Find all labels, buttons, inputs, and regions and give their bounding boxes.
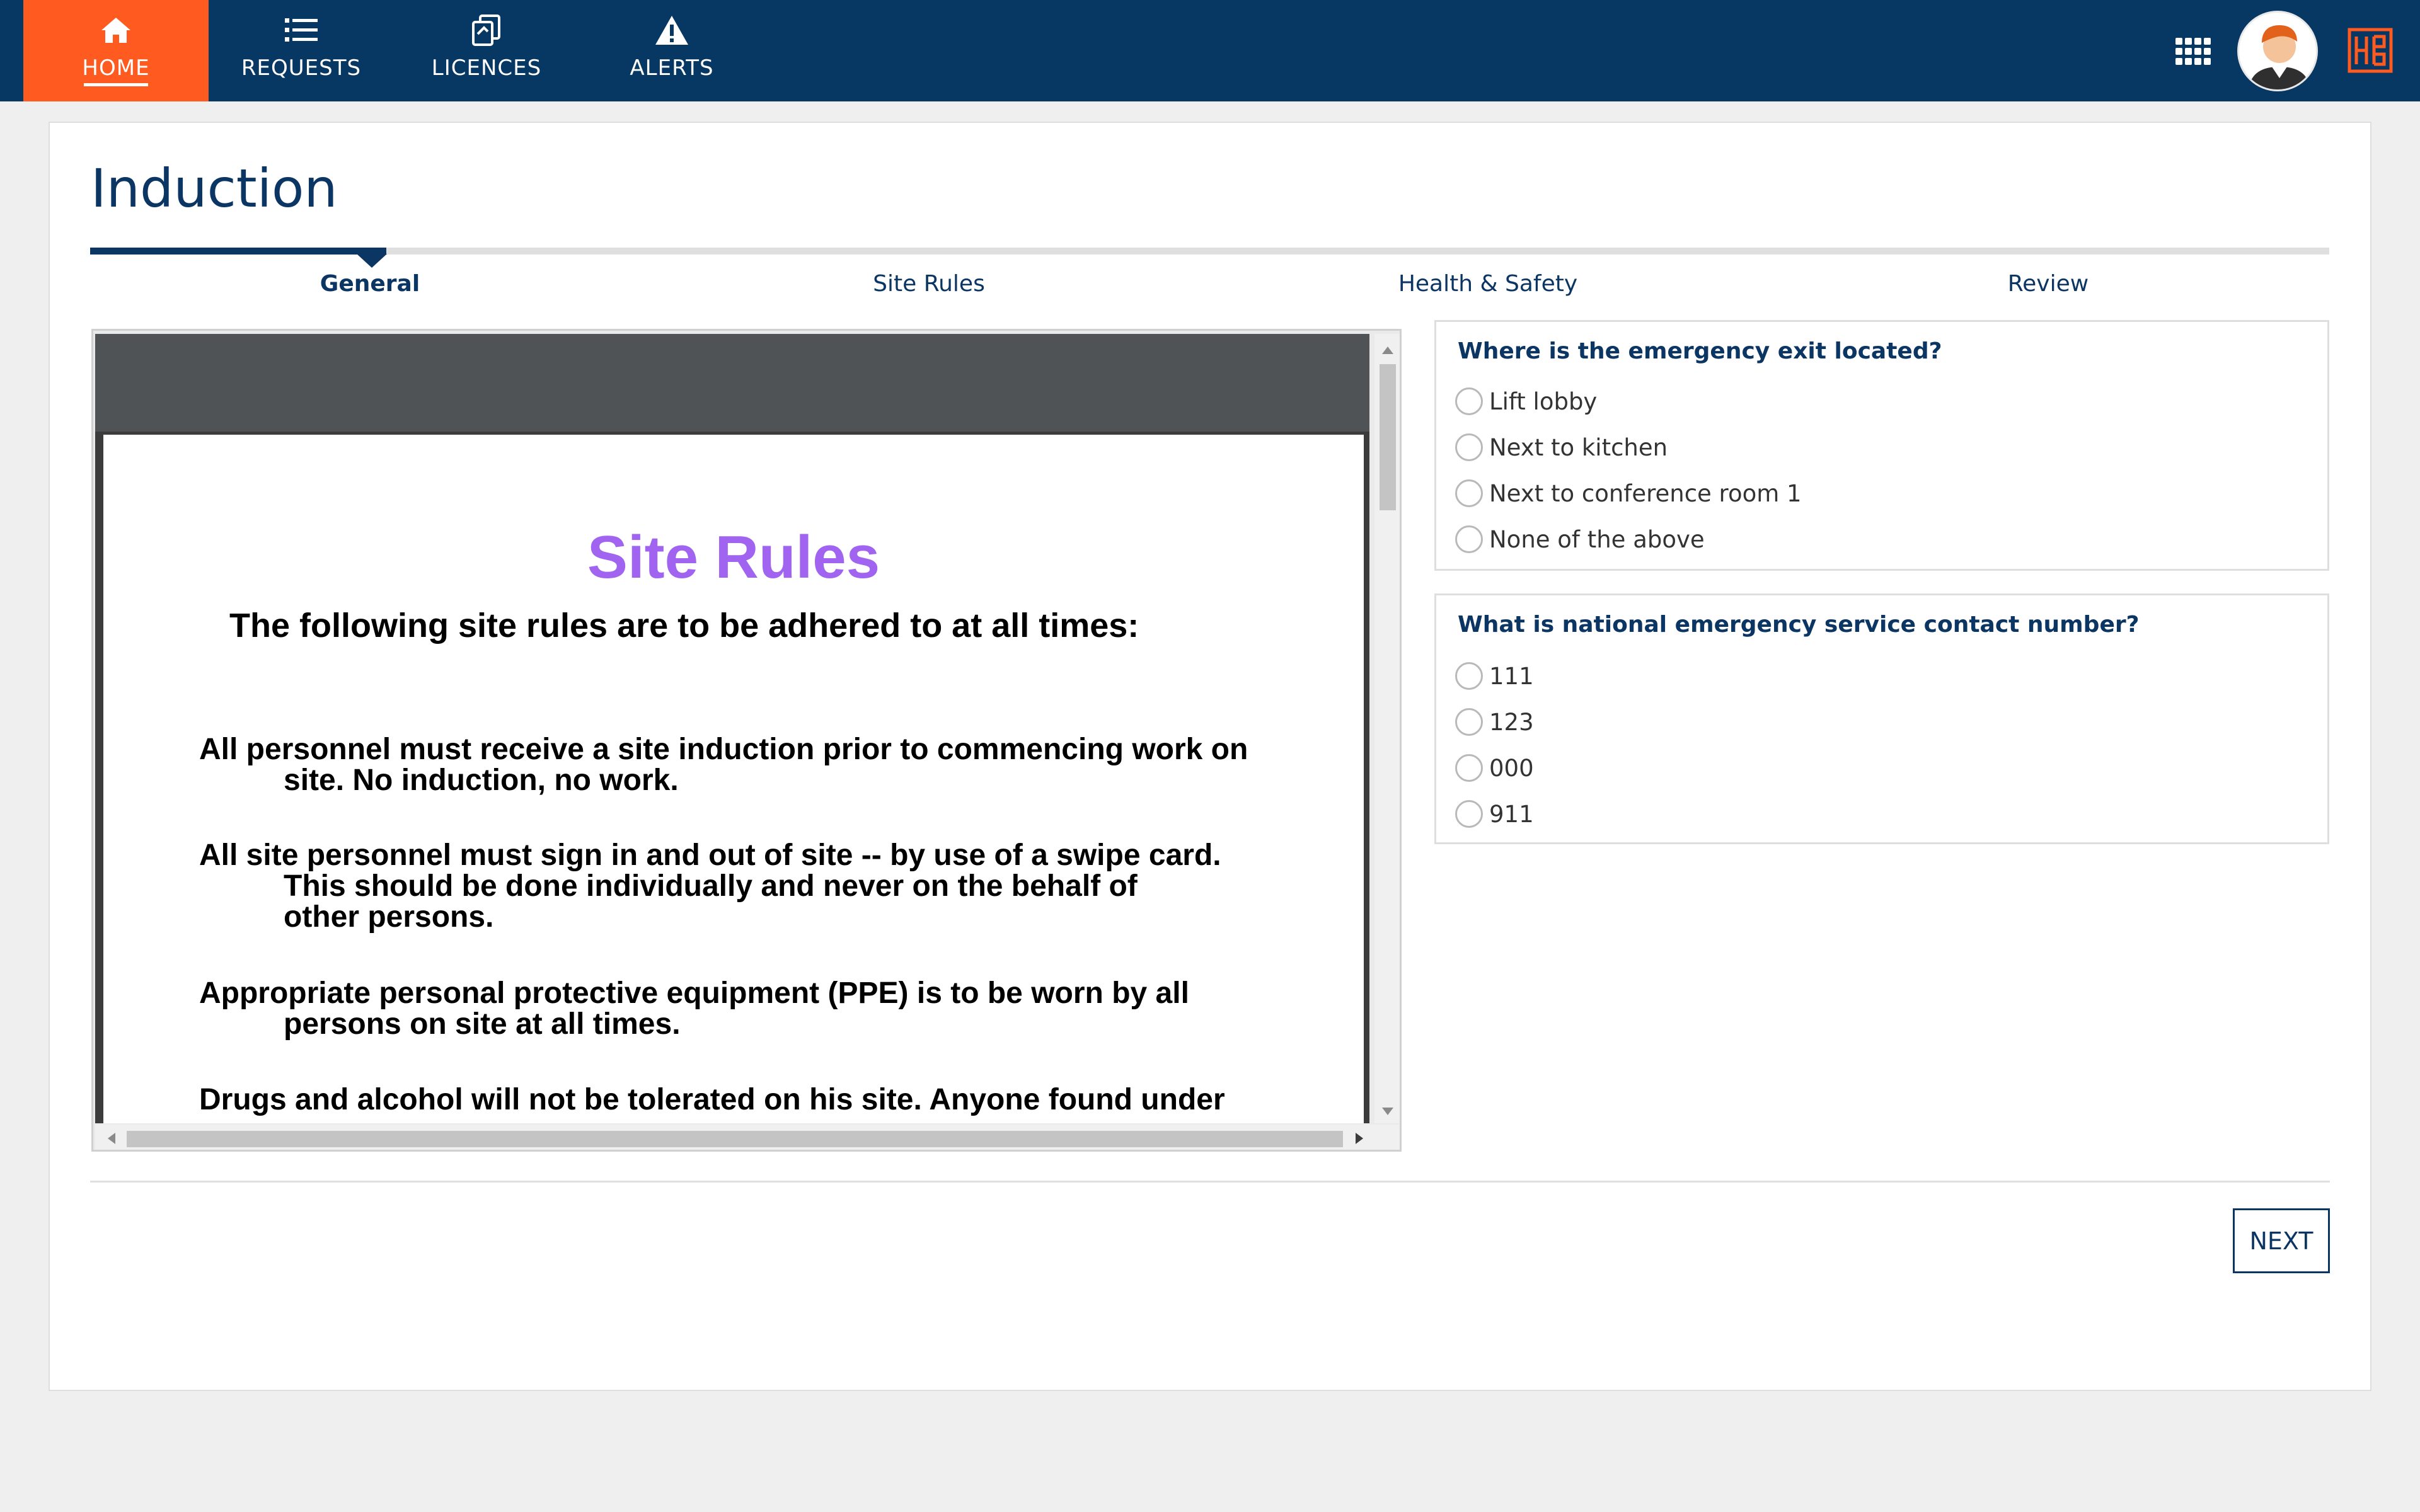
scroll-down-arrow-icon[interactable]: [1382, 1108, 1393, 1115]
footer-divider: [90, 1181, 2330, 1183]
active-underline: [84, 83, 148, 86]
document-page: Site Rules The following site rules are …: [103, 435, 1364, 1123]
answer-option[interactable]: 000: [1455, 752, 2274, 784]
answer-option[interactable]: Next to conference room 1: [1455, 478, 2274, 509]
radio-button[interactable]: [1455, 754, 1483, 782]
answer-option[interactable]: 111: [1455, 660, 2274, 692]
nav-licences-label: LICENCES: [431, 55, 542, 81]
viewer-toolbar: [95, 334, 1369, 432]
rule-continuation: site. No induction, no work.: [284, 764, 679, 797]
rule-first-line: Appropriate personal protective equipmen…: [199, 976, 1189, 1010]
radio-button[interactable]: [1455, 708, 1483, 736]
alert-triangle-icon: [579, 11, 764, 49]
stepper-progress: [90, 248, 386, 255]
brand-logo-icon: [2348, 28, 2393, 73]
scroll-right-arrow-icon[interactable]: [1356, 1133, 1363, 1144]
option-label: 123: [1489, 708, 1534, 736]
option-label: 111: [1489, 662, 1534, 690]
answer-option[interactable]: 911: [1455, 798, 2274, 830]
rule-item: All personnel must receive a site induct…: [199, 734, 1334, 796]
list-icon: [209, 11, 394, 49]
nav-requests-label: REQUESTS: [241, 55, 362, 81]
radio-button[interactable]: [1455, 800, 1483, 828]
rule-item: Drugs and alcohol will not be tolerated …: [199, 1084, 1334, 1115]
home-icon: [23, 11, 209, 49]
answer-option[interactable]: None of the above: [1455, 524, 2274, 555]
document-viewer[interactable]: Site Rules The following site rules are …: [91, 329, 1402, 1152]
stepper-track: [90, 248, 2329, 255]
rule-item: All site personnel must sign in and out …: [199, 840, 1334, 932]
rule-first-line: All personnel must receive a site induct…: [199, 733, 1248, 766]
step-general[interactable]: General: [181, 271, 559, 297]
vertical-scroll-thumb[interactable]: [1380, 364, 1396, 510]
rule-first-line: Drugs and alcohol will not be tolerated …: [199, 1083, 1225, 1116]
top-nav-bar: HOME REQUESTS LICENCES ALERTS: [0, 0, 2420, 101]
radio-button[interactable]: [1455, 525, 1483, 553]
document-viewport: Site Rules The following site rules are …: [95, 334, 1369, 1123]
rule-continuation: This should be done individually and nev…: [284, 869, 1138, 934]
option-label: 000: [1489, 754, 1534, 782]
question-text: What is national emergency service conta…: [1458, 612, 2140, 638]
nav-licences[interactable]: LICENCES: [394, 0, 579, 101]
option-label: Next to conference room 1: [1489, 479, 1802, 507]
nav-alerts-label: ALERTS: [630, 55, 714, 81]
question-card: What is national emergency service conta…: [1434, 593, 2329, 844]
licences-icon: [394, 11, 579, 49]
nav-requests[interactable]: REQUESTS: [209, 0, 394, 101]
question-text: Where is the emergency exit located?: [1458, 338, 1942, 364]
answer-option[interactable]: 123: [1455, 706, 2274, 738]
option-label: 911: [1489, 800, 1534, 828]
next-button[interactable]: NEXT: [2233, 1208, 2330, 1273]
option-label: Lift lobby: [1489, 387, 1598, 415]
scroll-up-arrow-icon[interactable]: [1382, 346, 1393, 354]
horizontal-scroll-thumb[interactable]: [127, 1131, 1343, 1147]
radio-button[interactable]: [1455, 433, 1483, 461]
apps-grid-icon[interactable]: [2175, 38, 2212, 66]
option-label: Next to kitchen: [1489, 433, 1668, 461]
option-label: None of the above: [1489, 525, 1705, 553]
document-subtitle: The following site rules are to be adher…: [229, 607, 1139, 644]
scroll-left-arrow-icon[interactable]: [108, 1133, 115, 1144]
rule-item: Appropriate personal protective equipmen…: [199, 978, 1334, 1040]
step-review[interactable]: Review: [1859, 271, 2237, 297]
radio-button[interactable]: [1455, 662, 1483, 690]
answer-option[interactable]: Next to kitchen: [1455, 432, 2274, 463]
answer-option[interactable]: Lift lobby: [1455, 386, 2274, 417]
radio-button[interactable]: [1455, 479, 1483, 507]
question-card: Where is the emergency exit located? Lif…: [1434, 320, 2329, 571]
document-title: Site Rules: [587, 524, 880, 591]
step-site-rules[interactable]: Site Rules: [740, 271, 1118, 297]
page-title: Induction: [91, 158, 338, 219]
rule-continuation: persons on site at all times.: [284, 1007, 681, 1041]
horizontal-scrollbar[interactable]: [95, 1125, 1400, 1150]
step-health-safety[interactable]: Health & Safety: [1299, 271, 1677, 297]
radio-button[interactable]: [1455, 387, 1483, 415]
nav-alerts[interactable]: ALERTS: [579, 0, 764, 101]
user-avatar-icon[interactable]: [2237, 11, 2318, 91]
nav-home-label: HOME: [82, 55, 150, 81]
nav-home[interactable]: HOME: [23, 0, 209, 101]
stepper-caret-icon: [357, 254, 387, 268]
rule-first-line: All site personnel must sign in and out …: [199, 839, 1221, 872]
vertical-scrollbar[interactable]: [1374, 334, 1400, 1123]
